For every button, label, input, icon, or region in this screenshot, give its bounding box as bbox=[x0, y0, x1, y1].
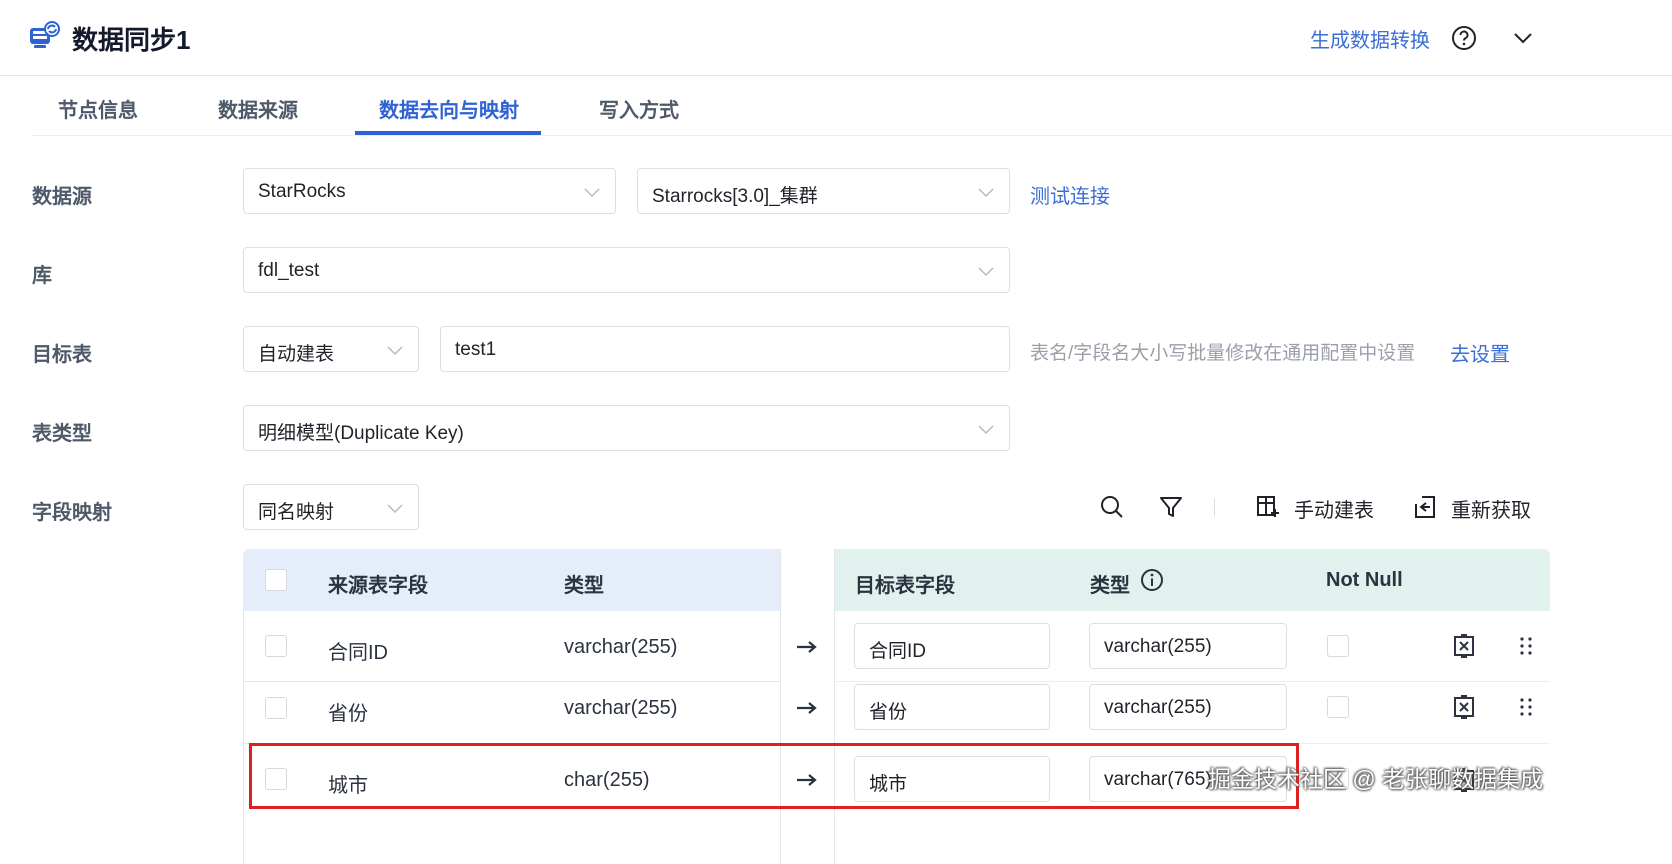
database-value: fdl_test bbox=[258, 260, 320, 281]
field-mapping-table: 来源表字段 类型 目标表字段 类型 Not Null 合同ID varchar(… bbox=[243, 549, 1550, 864]
target-table-mode-value: 自动建表 bbox=[258, 344, 335, 365]
target-table-label: 目标表 bbox=[32, 344, 92, 366]
row-checkbox[interactable] bbox=[265, 635, 287, 657]
target-field-value: 省份 bbox=[869, 702, 908, 723]
field-mapping-value: 同名映射 bbox=[258, 502, 335, 523]
page-title: 数据同步1 bbox=[72, 25, 191, 55]
test-connection-link[interactable]: 测试连接 bbox=[1030, 180, 1110, 209]
arrow-right-icon bbox=[797, 641, 817, 653]
datasource-label: 数据源 bbox=[32, 186, 92, 208]
target-table-mode-select[interactable]: 自动建表 bbox=[243, 326, 419, 372]
target-table-name-value: test1 bbox=[455, 339, 497, 360]
toolbar-divider bbox=[1214, 498, 1215, 516]
chevron-down-icon[interactable] bbox=[1511, 26, 1535, 50]
sync-app-icon bbox=[30, 21, 60, 48]
column-divider bbox=[834, 549, 835, 864]
tab-bar: 节点信息 数据来源 数据去向与映射 写入方式 bbox=[32, 78, 1672, 136]
arrow-right-icon bbox=[797, 702, 817, 714]
active-tab-indicator bbox=[355, 131, 541, 135]
manual-create-table-icon[interactable] bbox=[1255, 494, 1281, 520]
not-null-header: Not Null bbox=[1326, 569, 1403, 591]
source-field-header: 来源表字段 bbox=[328, 575, 428, 597]
target-type-value: varchar(255) bbox=[1104, 697, 1212, 718]
tab-node-info[interactable]: 节点信息 bbox=[58, 94, 138, 123]
target-type-header: 类型 bbox=[1090, 575, 1130, 597]
tab-write-mode[interactable]: 写入方式 bbox=[599, 94, 679, 123]
target-type-input[interactable]: varchar(255) bbox=[1089, 684, 1287, 730]
not-null-checkbox[interactable] bbox=[1327, 635, 1349, 657]
row-divider bbox=[243, 681, 780, 682]
refresh-fetch-icon[interactable] bbox=[1412, 494, 1438, 520]
table-left-border bbox=[243, 611, 244, 864]
database-select[interactable]: fdl_test bbox=[243, 247, 1010, 293]
source-field-cell: 省份 bbox=[328, 703, 368, 725]
row-divider bbox=[834, 681, 1550, 682]
delete-field-icon[interactable] bbox=[1452, 695, 1476, 719]
highlight-annotation-box bbox=[249, 743, 1299, 809]
source-type-cell: varchar(255) bbox=[564, 697, 678, 719]
chevron-down-icon bbox=[978, 425, 994, 435]
case-setting-hint: 表名/字段名大小写批量修改在通用配置中设置 bbox=[1030, 343, 1416, 364]
not-null-checkbox[interactable] bbox=[1327, 696, 1349, 718]
chevron-down-icon bbox=[978, 267, 994, 277]
generate-transform-link[interactable]: 生成数据转换 bbox=[1310, 24, 1430, 53]
datasource-connection-select[interactable]: Starrocks[3.0]_集群 bbox=[637, 168, 1010, 214]
source-field-cell: 合同ID bbox=[328, 642, 388, 664]
chevron-down-icon bbox=[584, 188, 600, 198]
table-type-select[interactable]: 明细模型(Duplicate Key) bbox=[243, 405, 1010, 451]
drag-handle-icon[interactable] bbox=[1514, 695, 1538, 719]
go-settings-link[interactable]: 去设置 bbox=[1450, 338, 1510, 367]
drag-handle-icon[interactable] bbox=[1514, 634, 1538, 658]
search-icon[interactable] bbox=[1099, 494, 1125, 520]
page-header: 数据同步1 生成数据转换 bbox=[0, 0, 1672, 76]
tab-destination-mapping[interactable]: 数据去向与映射 bbox=[379, 94, 519, 123]
datasource-connection-value: Starrocks[3.0]_集群 bbox=[652, 186, 818, 207]
source-type-cell: varchar(255) bbox=[564, 636, 678, 658]
table-type-value: 明细模型(Duplicate Key) bbox=[258, 423, 464, 444]
chevron-down-icon bbox=[387, 346, 403, 356]
target-field-input[interactable]: 合同ID bbox=[854, 623, 1050, 669]
table-type-label: 表类型 bbox=[32, 423, 92, 445]
manual-create-table-button[interactable]: 手动建表 bbox=[1294, 494, 1374, 523]
refetch-button[interactable]: 重新获取 bbox=[1451, 494, 1531, 523]
source-type-header: 类型 bbox=[564, 575, 604, 597]
source-header bbox=[243, 549, 780, 611]
target-type-value: varchar(255) bbox=[1104, 636, 1212, 657]
target-type-input[interactable]: varchar(255) bbox=[1089, 623, 1287, 669]
target-field-header: 目标表字段 bbox=[855, 575, 955, 597]
field-mapping-select[interactable]: 同名映射 bbox=[243, 484, 419, 530]
row-checkbox[interactable] bbox=[265, 697, 287, 719]
database-label: 库 bbox=[32, 265, 52, 287]
delete-field-icon[interactable] bbox=[1452, 634, 1476, 658]
info-icon[interactable] bbox=[1140, 568, 1164, 592]
field-mapping-label: 字段映射 bbox=[32, 502, 112, 524]
watermark: 掘金技术社区 @ 老张聊数据集成 bbox=[1208, 766, 1544, 792]
chevron-down-icon bbox=[387, 504, 403, 514]
filter-icon[interactable] bbox=[1158, 494, 1184, 520]
question-circle-icon[interactable] bbox=[1451, 25, 1477, 51]
datasource-type-select[interactable]: StarRocks bbox=[243, 168, 616, 214]
chevron-down-icon bbox=[978, 188, 994, 198]
target-table-name-input[interactable]: test1 bbox=[440, 326, 1010, 372]
target-field-value: 合同ID bbox=[869, 641, 927, 662]
select-all-checkbox[interactable] bbox=[265, 569, 287, 591]
column-divider bbox=[780, 549, 781, 864]
tab-data-source[interactable]: 数据来源 bbox=[218, 94, 298, 123]
target-field-input[interactable]: 省份 bbox=[854, 684, 1050, 730]
datasource-type-value: StarRocks bbox=[258, 181, 346, 202]
